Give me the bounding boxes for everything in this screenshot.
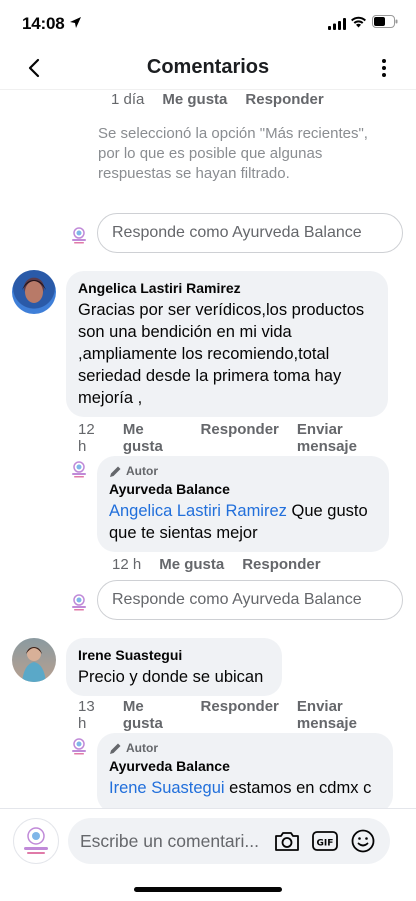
smiley-icon — [351, 829, 375, 853]
author-badge-label: Autor — [126, 741, 158, 755]
like-button[interactable]: Me gusta — [123, 698, 183, 732]
more-vertical-icon — [382, 59, 386, 77]
pen-icon — [110, 466, 121, 477]
like-button[interactable]: Me gusta — [162, 91, 227, 108]
reply-as-page-input[interactable]: Responde como Ayurveda Balance — [97, 580, 403, 620]
page-title: Comentarios — [146, 56, 270, 78]
emoji-button[interactable] — [348, 826, 378, 856]
reply-as-page-input[interactable]: Responde como Ayurveda Balance — [97, 213, 403, 253]
reply-button[interactable]: Responder — [245, 91, 323, 108]
page-logo-icon — [68, 458, 90, 480]
navigation-bar: Comentarios — [0, 46, 416, 90]
comment-text: Angelica Lastiri Ramirez Que gusto que t… — [109, 500, 377, 544]
avatar[interactable] — [12, 270, 56, 314]
author-badge-label: Autor — [126, 464, 158, 478]
comment-text: Irene Suastegui estamos en cdmx c — [109, 777, 381, 799]
avatar[interactable] — [12, 638, 56, 682]
status-time: 14:08 — [22, 14, 65, 33]
send-message-button[interactable]: Enviar mensaje — [297, 421, 398, 455]
like-button[interactable]: Me gusta — [123, 421, 183, 455]
comment-meta-row: 1 día Me gusta Responder — [111, 91, 342, 108]
page-logo-icon — [68, 735, 90, 757]
comment-meta-row: 12 h Me gusta Responder Enviar mensaje — [78, 421, 416, 455]
gif-button[interactable]: GIF — [310, 826, 340, 856]
gif-icon: GIF — [312, 831, 338, 851]
comment-author[interactable]: Irene Suastegui — [78, 646, 270, 664]
comment-input-placeholder: Escribe un comentari... — [80, 830, 259, 851]
comment-composer: Escribe un comentari... GIF — [0, 808, 416, 901]
reply-button[interactable]: Responder — [201, 421, 279, 455]
like-button[interactable]: Me gusta — [159, 556, 224, 573]
reply-button[interactable]: Responder — [242, 556, 320, 573]
wifi-icon — [350, 15, 367, 33]
cellular-signal-icon — [328, 17, 346, 35]
reply-text: estamos en cdmx c — [224, 779, 372, 797]
comment-time: 13 h — [78, 698, 95, 732]
author-badge: Autor — [109, 741, 381, 755]
home-indicator — [134, 887, 282, 892]
filter-notice: Se seleccionó la opción "Más recientes",… — [98, 125, 368, 182]
comment-author[interactable]: Ayurveda Balance — [109, 480, 377, 498]
comment-text: Gracias por ser verídicos,los productos … — [78, 301, 365, 407]
comment-meta-row: 12 h Me gusta Responder — [112, 556, 339, 573]
comment-time: 1 día — [111, 91, 145, 108]
camera-button[interactable] — [272, 826, 302, 856]
comment-author[interactable]: Ayurveda Balance — [109, 757, 381, 775]
ayurveda-balance-logo-icon — [24, 827, 48, 854]
comment-bubble: Irene Suastegui Precio y donde se ubican — [66, 638, 282, 696]
comment-time: 12 h — [112, 556, 142, 573]
comment-time: 12 h — [78, 421, 95, 455]
reply-bubble: Autor Ayurveda Balance Irene Suastegui e… — [97, 733, 393, 808]
battery-icon — [372, 15, 398, 33]
camera-icon — [275, 832, 299, 851]
page-logo-icon — [68, 224, 90, 246]
comment-author[interactable]: Angelica Lastiri Ramirez — [78, 279, 376, 297]
author-badge: Autor — [109, 464, 377, 478]
pen-icon — [110, 743, 121, 754]
location-arrow-icon — [69, 16, 82, 34]
comment-meta-row: 13 h Me gusta Responder Enviar mensaje — [78, 698, 416, 732]
mention-link[interactable]: Angelica Lastiri Ramirez — [109, 502, 287, 520]
reply-button[interactable]: Responder — [201, 698, 279, 732]
status-bar: 14:08 — [0, 0, 416, 46]
more-options-button[interactable] — [374, 54, 394, 82]
page-avatar — [13, 818, 59, 864]
page-logo-icon — [68, 591, 90, 613]
svg-text:GIF: GIF — [317, 839, 334, 849]
comment-bubble: Angelica Lastiri Ramirez Gracias por ser… — [66, 271, 388, 417]
reply-bubble: Autor Ayurveda Balance Angelica Lastiri … — [97, 456, 389, 552]
send-message-button[interactable]: Enviar mensaje — [297, 698, 398, 732]
comments-list[interactable]: 1 día Me gusta Responder Se seleccionó l… — [0, 90, 416, 808]
mention-link[interactable]: Irene Suastegui — [109, 779, 225, 797]
comment-input[interactable]: Escribe un comentari... GIF — [68, 818, 390, 864]
comment-text: Precio y donde se ubican — [78, 668, 264, 686]
